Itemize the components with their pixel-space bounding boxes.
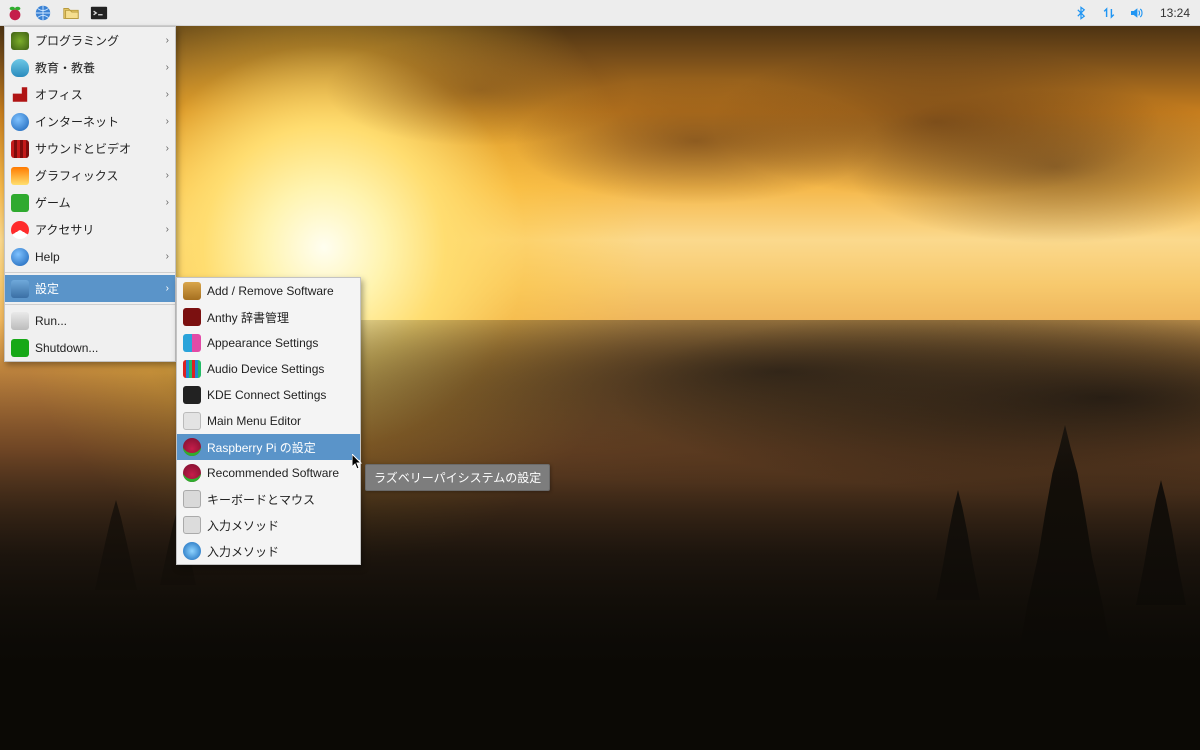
network-icon[interactable]: [1100, 4, 1118, 22]
chevron-right-icon: ›: [166, 283, 169, 294]
preferences-submenu: Add / Remove Software Anthy 辞書管理 Appearanc…: [176, 277, 361, 565]
menu-education-label: 教育・教養: [35, 59, 160, 76]
run-icon: [11, 312, 29, 330]
inputmethod1-icon: [183, 516, 201, 534]
submenu-appearance-settings[interactable]: Appearance Settings: [177, 330, 360, 356]
menu-help[interactable]: Help ›: [5, 243, 175, 270]
menu-shutdown[interactable]: Shutdown...: [5, 334, 175, 361]
submenu-recommended-software[interactable]: Recommended Software: [177, 460, 360, 486]
addremove-icon: [183, 282, 201, 300]
chevron-right-icon: ›: [166, 170, 169, 181]
submenu-raspberry-pi-config-label: Raspberry Pi の設定: [207, 439, 354, 456]
keyboard-icon: [183, 490, 201, 508]
submenu-add-remove-software[interactable]: Add / Remove Software: [177, 278, 360, 304]
menu-accessories-label: アクセサリ: [35, 221, 160, 238]
submenu-input-method-1-label: 入力メソッド: [207, 517, 354, 534]
audio-icon: [183, 360, 201, 378]
menu-sound-video-label: サウンドとビデオ: [35, 140, 160, 157]
submenu-appearance-settings-label: Appearance Settings: [207, 336, 354, 350]
accessory-icon: [11, 221, 29, 239]
menu-sound-video[interactable]: サウンドとビデオ ›: [5, 135, 175, 162]
menu-accessories[interactable]: アクセサリ ›: [5, 216, 175, 243]
submenu-input-method-2[interactable]: 入力メソッド: [177, 538, 360, 564]
appearance-icon: [183, 334, 201, 352]
menu-preferences-label: 設定: [35, 280, 160, 297]
submenu-anthy-dict[interactable]: Anthy 辞書管理: [177, 304, 360, 330]
chevron-right-icon: ›: [166, 62, 169, 73]
menu-graphics[interactable]: グラフィックス ›: [5, 162, 175, 189]
submenu-input-method-2-label: 入力メソッド: [207, 543, 354, 560]
menu-programming[interactable]: プログラミング ›: [5, 27, 175, 54]
menu-games-label: ゲーム: [35, 194, 160, 211]
submenu-audio-device-settings[interactable]: Audio Device Settings: [177, 356, 360, 382]
menu-programming-label: プログラミング: [35, 32, 160, 49]
tooltip: ラズベリーパイシステムの設定: [365, 464, 550, 491]
chevron-right-icon: ›: [166, 197, 169, 208]
submenu-raspberry-pi-config[interactable]: Raspberry Pi の設定: [177, 434, 360, 460]
menu-help-label: Help: [35, 250, 160, 264]
programming-icon: [11, 32, 29, 50]
files-icon[interactable]: [62, 4, 80, 22]
silhouette: [1020, 425, 1110, 645]
mainmenu-icon: [183, 412, 201, 430]
bluetooth-icon[interactable]: [1072, 4, 1090, 22]
shutdown-icon: [11, 339, 29, 357]
chevron-right-icon: ›: [166, 89, 169, 100]
menu-office-label: オフィス: [35, 86, 160, 103]
application-menu: プログラミング›教育・教養›オフィス›インターネット›サウンドとビデオ›グラフィ…: [4, 26, 176, 362]
chevron-right-icon: ›: [166, 224, 169, 235]
help-icon: [11, 248, 29, 266]
terminal-icon[interactable]: [90, 4, 108, 22]
menu-shutdown-label: Shutdown...: [35, 341, 169, 355]
clock[interactable]: 13:24: [1156, 6, 1194, 20]
silhouette: [1136, 480, 1186, 605]
submenu-kde-connect-settings-label: KDE Connect Settings: [207, 388, 354, 402]
chevron-right-icon: ›: [166, 251, 169, 262]
chevron-right-icon: ›: [166, 35, 169, 46]
menu-graphics-label: グラフィックス: [35, 167, 160, 184]
menu-internet-label: インターネット: [35, 113, 160, 130]
menu-office[interactable]: オフィス ›: [5, 81, 175, 108]
menu-run-label: Run...: [35, 314, 169, 328]
graphics-icon: [11, 167, 29, 185]
submenu-input-method-1[interactable]: 入力メソッド: [177, 512, 360, 538]
submenu-kde-connect-settings[interactable]: KDE Connect Settings: [177, 382, 360, 408]
silhouette: [95, 500, 137, 590]
recommended-icon: [183, 464, 201, 482]
internet-icon: [11, 113, 29, 131]
submenu-main-menu-editor[interactable]: Main Menu Editor: [177, 408, 360, 434]
menu-run[interactable]: Run...: [5, 307, 175, 334]
education-icon: [11, 59, 29, 77]
games-icon: [11, 194, 29, 212]
soundvideo-icon: [11, 140, 29, 158]
kde-icon: [183, 386, 201, 404]
taskbar: 13:24: [0, 0, 1200, 26]
submenu-audio-device-settings-label: Audio Device Settings: [207, 362, 354, 376]
anthy-icon: [183, 308, 201, 326]
submenu-keyboard-mouse[interactable]: キーボードとマウス: [177, 486, 360, 512]
menu-preferences[interactable]: 設定 ›: [5, 275, 175, 302]
office-icon: [11, 86, 29, 104]
preferences-icon: [11, 280, 29, 298]
globe-icon[interactable]: [34, 4, 52, 22]
menu-internet[interactable]: インターネット ›: [5, 108, 175, 135]
inputmethod2-icon: [183, 542, 201, 560]
chevron-right-icon: ›: [166, 116, 169, 127]
menu-games[interactable]: ゲーム ›: [5, 189, 175, 216]
submenu-recommended-software-label: Recommended Software: [207, 466, 354, 480]
submenu-keyboard-mouse-label: キーボードとマウス: [207, 491, 354, 508]
submenu-main-menu-editor-label: Main Menu Editor: [207, 414, 354, 428]
silhouette: [936, 490, 980, 600]
raspberry-icon[interactable]: [6, 4, 24, 22]
submenu-add-remove-software-label: Add / Remove Software: [207, 284, 354, 298]
submenu-anthy-dict-label: Anthy 辞書管理: [207, 309, 354, 326]
volume-icon[interactable]: [1128, 4, 1146, 22]
menu-education[interactable]: 教育・教養 ›: [5, 54, 175, 81]
chevron-right-icon: ›: [166, 143, 169, 154]
rpi-icon: [183, 438, 201, 456]
